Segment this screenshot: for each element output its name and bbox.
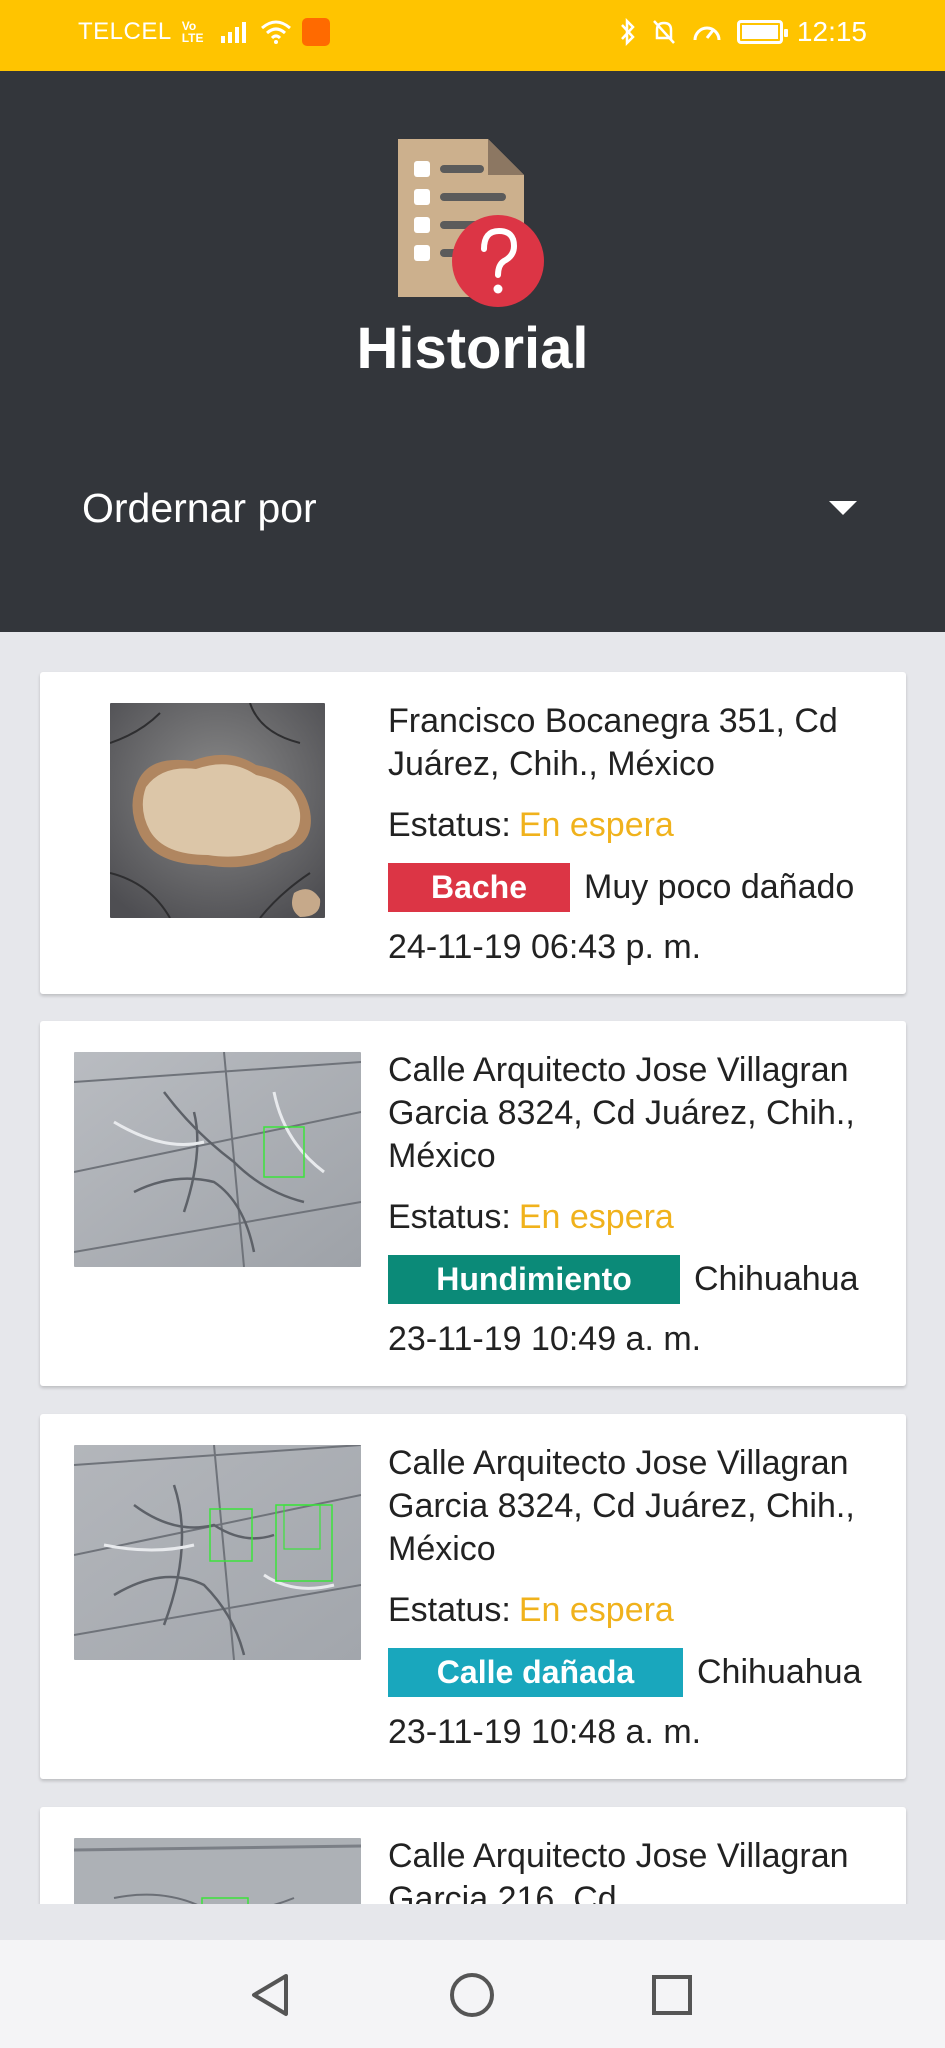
report-status: Estatus: En espera — [388, 1589, 888, 1632]
status-label: Estatus: — [388, 1591, 511, 1629]
cracked-pavement-photo — [74, 1052, 361, 1267]
status-right: 12:15 — [619, 16, 867, 48]
status-value: En espera — [518, 1591, 674, 1629]
chevron-down-icon — [829, 501, 857, 515]
category-badge: Hundimiento — [388, 1255, 680, 1304]
report-tag-line: Bache Muy poco dañado — [388, 863, 888, 912]
report-details: Calle Arquitecto Jose Villagran Garcia 2… — [388, 1835, 888, 1904]
status-left: TELCEL Vo LTE — [78, 18, 330, 46]
bluetooth-icon — [621, 18, 635, 46]
report-date: 23-11-19 10:48 a. m. — [388, 1713, 702, 1751]
damage-detail: Chihuahua — [697, 1653, 862, 1691]
report-status: Estatus: En espera — [388, 804, 888, 847]
sort-dropdown-label: Ordernar por — [82, 484, 317, 531]
report-address: Calle Arquitecto Jose Villagran Garcia 8… — [388, 1444, 855, 1568]
battery-icon — [736, 20, 788, 44]
report-details: Calle Arquitecto Jose Villagran Garcia 8… — [388, 1442, 888, 1754]
recents-button[interactable] — [642, 1970, 702, 2020]
report-address: Calle Arquitecto Jose Villagran Garcia 8… — [388, 1051, 855, 1175]
report-card[interactable]: Francisco Bocanegra 351, Cd Juárez, Chih… — [40, 672, 906, 994]
report-card[interactable]: Calle Arquitecto Jose Villagran Garcia 2… — [40, 1807, 906, 1904]
status-value: En espera — [518, 1198, 674, 1236]
document-question-icon — [398, 139, 544, 307]
report-tag-line: Hundimiento Chihuahua — [388, 1255, 888, 1304]
page-title: Historial — [356, 316, 589, 381]
report-details: Calle Arquitecto Jose Villagran Garcia 8… — [388, 1049, 888, 1361]
cracked-pavement-photo — [74, 1838, 361, 1904]
pothole-photo — [110, 703, 325, 918]
status-label: Estatus: — [388, 1198, 511, 1236]
cracked-pavement-photo — [74, 1445, 361, 1660]
report-address: Calle Arquitecto Jose Villagran Garcia 2… — [388, 1837, 849, 1904]
header: Historial Ordernar por — [0, 71, 945, 632]
category-badge: Calle dañada — [388, 1648, 683, 1697]
home-icon — [450, 1973, 494, 2017]
carrier-name: TELCEL — [78, 18, 172, 45]
navigation-bar — [0, 1940, 945, 2048]
report-date: 24-11-19 06:43 p. m. — [388, 928, 702, 966]
sort-dropdown[interactable]: Ordernar por — [82, 473, 857, 543]
recents-icon — [652, 1975, 692, 2015]
screen-record-icon — [301, 18, 330, 46]
report-card[interactable]: Calle Arquitecto Jose Villagran Garcia 8… — [40, 1021, 906, 1386]
report-status: Estatus: En espera — [388, 1196, 888, 1239]
report-details: Francisco Bocanegra 351, Cd Juárez, Chih… — [388, 700, 888, 969]
back-icon — [252, 1974, 288, 2016]
damage-detail: Chihuahua — [694, 1260, 859, 1298]
report-card[interactable]: Calle Arquitecto Jose Villagran Garcia 8… — [40, 1414, 906, 1779]
status-label: Estatus: — [388, 806, 511, 844]
category-badge: Bache — [388, 863, 570, 912]
report-tag-line: Calle dañada Chihuahua — [388, 1648, 888, 1697]
damage-detail: Muy poco dañado — [584, 868, 855, 906]
status-value: En espera — [518, 806, 674, 844]
clock: 12:15 — [796, 16, 867, 47]
report-list[interactable]: Francisco Bocanegra 351, Cd Juárez, Chih… — [0, 632, 945, 1904]
status-bar: TELCEL Vo LTE 12:15 — [0, 0, 945, 71]
signal-icon — [220, 22, 246, 43]
wifi-icon — [260, 20, 291, 44]
home-button[interactable] — [442, 1970, 502, 2020]
speed-icon — [693, 26, 721, 41]
volte-icon: Vo LTE — [181, 19, 204, 45]
back-button[interactable] — [240, 1970, 300, 2020]
mute-bell-icon — [652, 20, 675, 44]
report-address: Francisco Bocanegra 351, Cd Juárez, Chih… — [388, 702, 838, 783]
report-date: 23-11-19 10:49 a. m. — [388, 1320, 702, 1358]
